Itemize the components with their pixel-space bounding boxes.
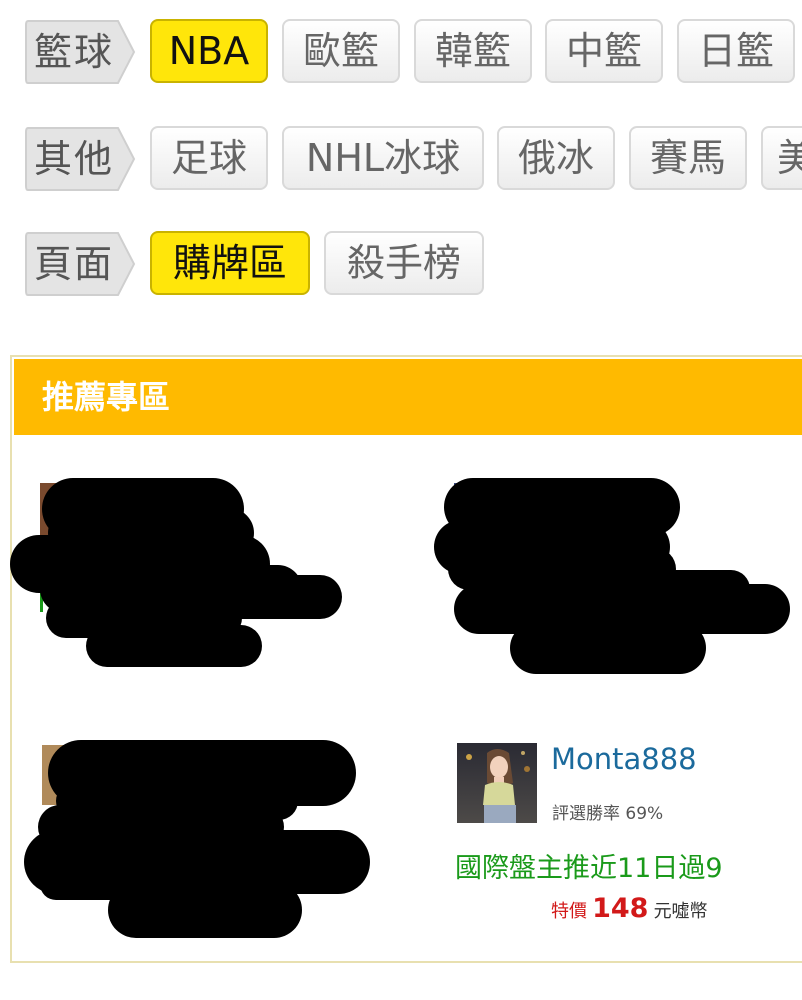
- category-label-pages: 頁面: [24, 231, 136, 297]
- price-label: 特價: [551, 901, 587, 922]
- category-label-other: 其他: [24, 126, 136, 192]
- tab-nhl-hockey[interactable]: NHL冰球: [282, 126, 484, 190]
- tab-football[interactable]: 足球: [150, 126, 268, 190]
- category-label-basketball: 籃球: [24, 19, 136, 85]
- tab-japan-basketball[interactable]: 日籃: [677, 19, 795, 83]
- tab-killer-ranking[interactable]: 殺手榜: [324, 231, 484, 295]
- tab-horse-racing[interactable]: 賽馬: [629, 126, 747, 190]
- tab-nba[interactable]: NBA: [150, 19, 268, 83]
- avatar-photo-icon: [457, 743, 537, 823]
- tab-korea-basketball[interactable]: 韓籃: [414, 19, 532, 83]
- tab-partial[interactable]: 美: [761, 126, 802, 190]
- tab-russia-hockey[interactable]: 俄冰: [497, 126, 615, 190]
- card4-win-rate: 評選勝率 69%: [552, 804, 664, 824]
- card4-headline[interactable]: 國際盤主推近11日過9: [455, 846, 723, 885]
- recommend-header: 推薦專區: [14, 359, 802, 435]
- card4-avatar[interactable]: [457, 743, 537, 823]
- tab-china-basketball[interactable]: 中籃: [545, 19, 663, 83]
- recommend-title: 推薦專區: [42, 378, 171, 416]
- category-text: 其他: [34, 137, 115, 181]
- tab-euro-basketball[interactable]: 歐籃: [282, 19, 400, 83]
- card4-username[interactable]: Monta888: [551, 742, 697, 776]
- price-unit: 元噓幣: [653, 901, 708, 922]
- tab-buy-picks[interactable]: 購牌區: [150, 231, 310, 295]
- category-text: 籃球: [34, 30, 115, 74]
- card4-price[interactable]: 特價 148 元噓幣: [551, 893, 708, 924]
- price-value: 148: [592, 893, 649, 924]
- category-text: 頁面: [34, 242, 115, 286]
